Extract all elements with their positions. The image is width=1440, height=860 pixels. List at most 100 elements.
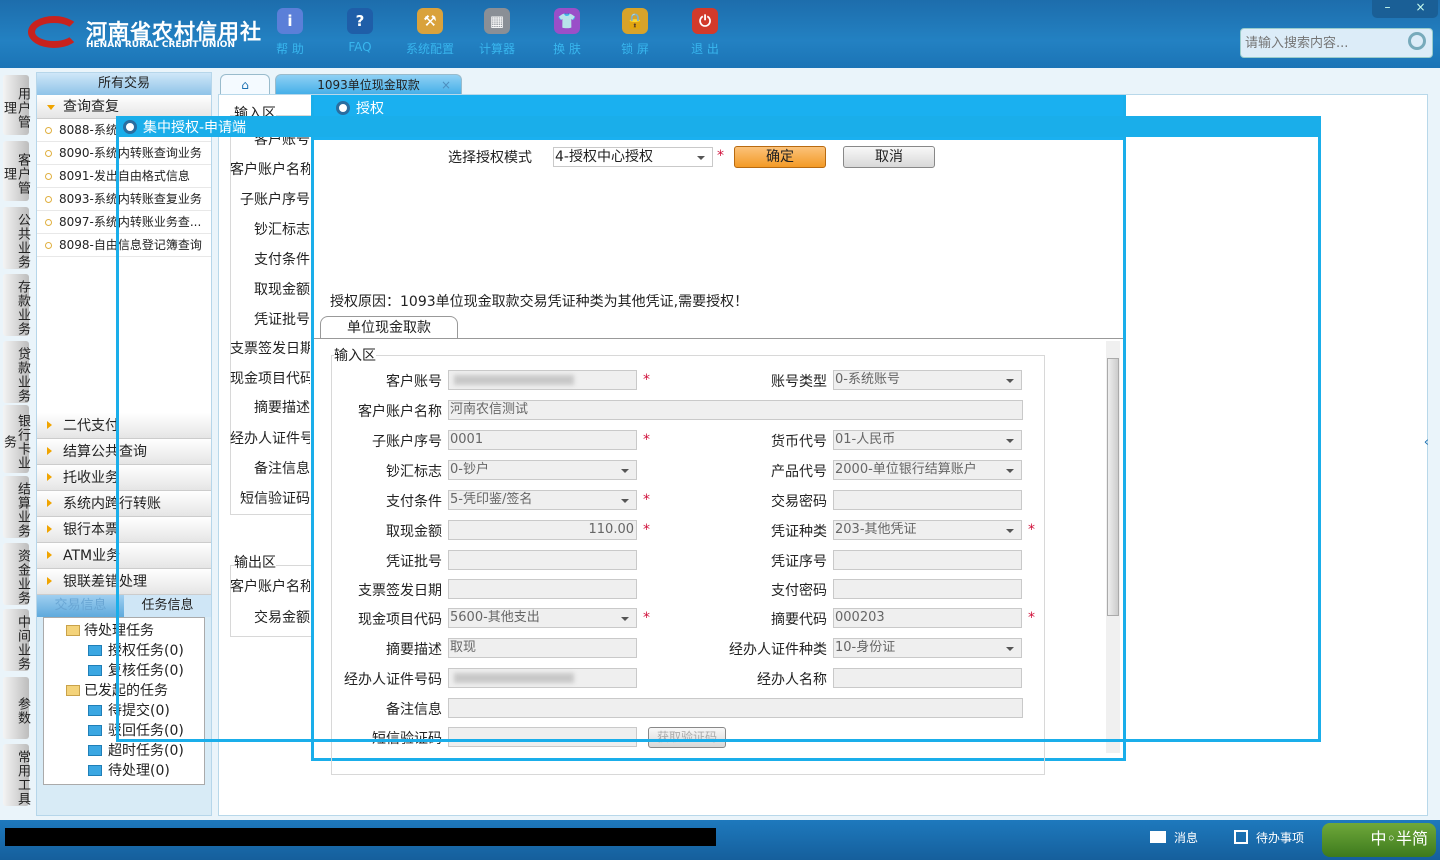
tab-transaction-info[interactable]: 交易信息 [37,595,124,617]
auth-reason: 授权原因：1093单位现金取款交易凭证种类为其他凭证,需要授权！ [330,294,749,310]
input-field[interactable] [448,698,1023,718]
sidebar-category[interactable]: 二代支付 [37,413,211,439]
auth-mode-select[interactable]: 4-授权中心授权 [553,147,713,167]
sidebar-item[interactable]: 8093-系统内转账查复业务 [37,188,211,211]
toolbar-calculator[interactable]: ▦ 计算器 [467,8,527,57]
left-tab[interactable]: 银行卡业务 [1,405,30,473]
sidebar-category-open[interactable]: 查询查复 [37,95,211,119]
input-field[interactable] [833,490,1022,510]
input-field[interactable]: 0001 [448,430,637,450]
toolbar-lock[interactable]: 🔒 锁 屏 [605,8,665,57]
search-input[interactable] [1241,29,1401,57]
tab-1093[interactable]: 1093单位现金取款 × [275,74,462,95]
bg-output-label: 交易金额 [230,607,310,627]
close-button[interactable]: × [1415,0,1425,18]
input-field[interactable] [833,550,1022,570]
left-tab[interactable]: 参数 [3,677,30,739]
input-field[interactable]: 110.00 [448,520,637,540]
sidebar-category[interactable]: 托收业务 [37,465,211,491]
ime-indicator[interactable]: 中◦半简 [1322,823,1436,857]
select-field[interactable]: 203-其他凭证 [833,520,1022,540]
confirm-button[interactable]: 确定 [734,146,826,168]
select-field[interactable]: 2000-单位银行结算账户 [833,460,1022,480]
select-field[interactable]: 5600-其他支出 [448,608,637,628]
tree-item[interactable]: 待处理(0) [50,761,198,781]
input-field[interactable] [448,579,637,599]
cancel-button[interactable]: 取消 [843,146,935,168]
left-tab[interactable]: 客户管理 [1,141,30,201]
field-label: 账号类型 [771,374,827,390]
input-field[interactable]: 取现 [448,638,637,658]
left-tab[interactable]: 常用工具 [3,744,30,806]
toolbar-help[interactable]: ? FAQ [330,8,390,54]
bg-input-legend: 输入区 [234,103,276,123]
sidebar-item[interactable]: 8090-系统内转账查询业务 [37,142,211,165]
folder-icon [88,725,102,736]
select-field[interactable]: 5-凭印鉴/签名 [448,490,637,510]
left-tab[interactable]: 资金业务 [3,543,30,605]
left-tab[interactable]: 存款业务 [3,274,30,336]
messages-button[interactable]: 消息 [1150,829,1198,846]
get-code-button[interactable]: 获取验证码 [648,727,726,748]
search-icon[interactable] [1408,32,1426,50]
tree-item[interactable]: 授权任务(0) [50,641,198,661]
field-label: 产品代号 [771,464,827,480]
input-field[interactable] [833,579,1022,599]
minimize-button[interactable]: – [1384,0,1390,18]
sidebar-item[interactable]: 8091-发出自由格式信息 [37,165,211,188]
input-field[interactable] [833,668,1022,688]
left-tab[interactable]: 结算业务 [3,476,30,538]
input-field[interactable]: 000203 [833,608,1022,628]
left-tab[interactable]: 用户管理 [1,75,30,135]
folder-icon [88,765,102,776]
tab-task-info[interactable]: 任务信息 [124,595,211,617]
select-field[interactable]: 01-人民币 [833,430,1022,450]
scrollbar-thumb[interactable] [1107,358,1119,616]
input-field[interactable] [448,370,637,390]
sidebar-item[interactable]: 8097-系统内转账业务查... [37,211,211,234]
sidebar-category[interactable]: 银行本票 [37,517,211,543]
tab-close-icon[interactable]: × [441,75,451,95]
tree-item-label: 待提交(0) [108,703,170,719]
bg-form-label: 现金项目代码 [230,368,310,388]
toolbar-toolbox[interactable]: ⚒ 系统配置 [400,8,460,57]
form-scrollbar[interactable] [1106,341,1120,753]
form-tab[interactable]: 单位现金取款 [320,316,458,339]
tree-item[interactable]: 待提交(0) [50,701,198,721]
sidebar-item[interactable]: 8088-系统内转账查询 [37,119,211,142]
sidebar-category[interactable]: 结算公共查询 [37,439,211,465]
left-tab[interactable]: 公共业务 [3,207,30,269]
input-field[interactable] [448,727,637,747]
select-field[interactable]: 0-钞户 [448,460,637,480]
tree-group-label: 待处理任务 [84,623,154,639]
tree-item[interactable]: 驳回任务(0) [50,721,198,741]
tree-group[interactable]: 已发起的任务 [50,681,198,701]
tree-item[interactable]: 复核任务(0) [50,661,198,681]
toolbar-skin-shirt[interactable]: 👕 换 肤 [537,8,597,57]
left-tab[interactable]: 贷款业务 [3,341,30,403]
bg-label-text: 子账户序号 [240,192,310,208]
calculator-icon: ▦ [484,8,510,34]
toolbar-power[interactable]: ⏻ 退 出 [675,8,735,57]
required-mark: * [643,492,650,508]
todo-button[interactable]: 待办事项 [1234,829,1304,846]
field-label: 摘要代码 [771,612,827,628]
required-mark: * [717,148,724,164]
sidebar-category[interactable]: 银联差错处理 [37,569,211,595]
tree-item-label: 驳回任务(0) [108,723,184,739]
home-tab[interactable]: ⌂ [220,74,270,95]
input-field[interactable]: 河南农信测试 [448,400,1023,420]
input-field[interactable] [448,668,637,688]
sidebar-item[interactable]: 8098-自由信息登记簿查询 [37,234,211,257]
collapse-arrow-icon[interactable]: ‹ [1424,435,1429,450]
left-tab[interactable]: 中间业务 [3,609,30,671]
tree-item[interactable]: 超时任务(0) [50,741,198,761]
select-field[interactable]: 0-系统账号 [833,370,1022,390]
field-label: 客户账号 [386,374,442,390]
toolbar-info[interactable]: i 帮 助 [260,8,320,57]
tree-group[interactable]: 待处理任务 [50,621,198,641]
select-field[interactable]: 10-身份证 [833,638,1022,658]
sidebar-category[interactable]: ATM业务 [37,543,211,569]
sidebar-category[interactable]: 系统内跨行转账 [37,491,211,517]
input-field[interactable] [448,550,637,570]
